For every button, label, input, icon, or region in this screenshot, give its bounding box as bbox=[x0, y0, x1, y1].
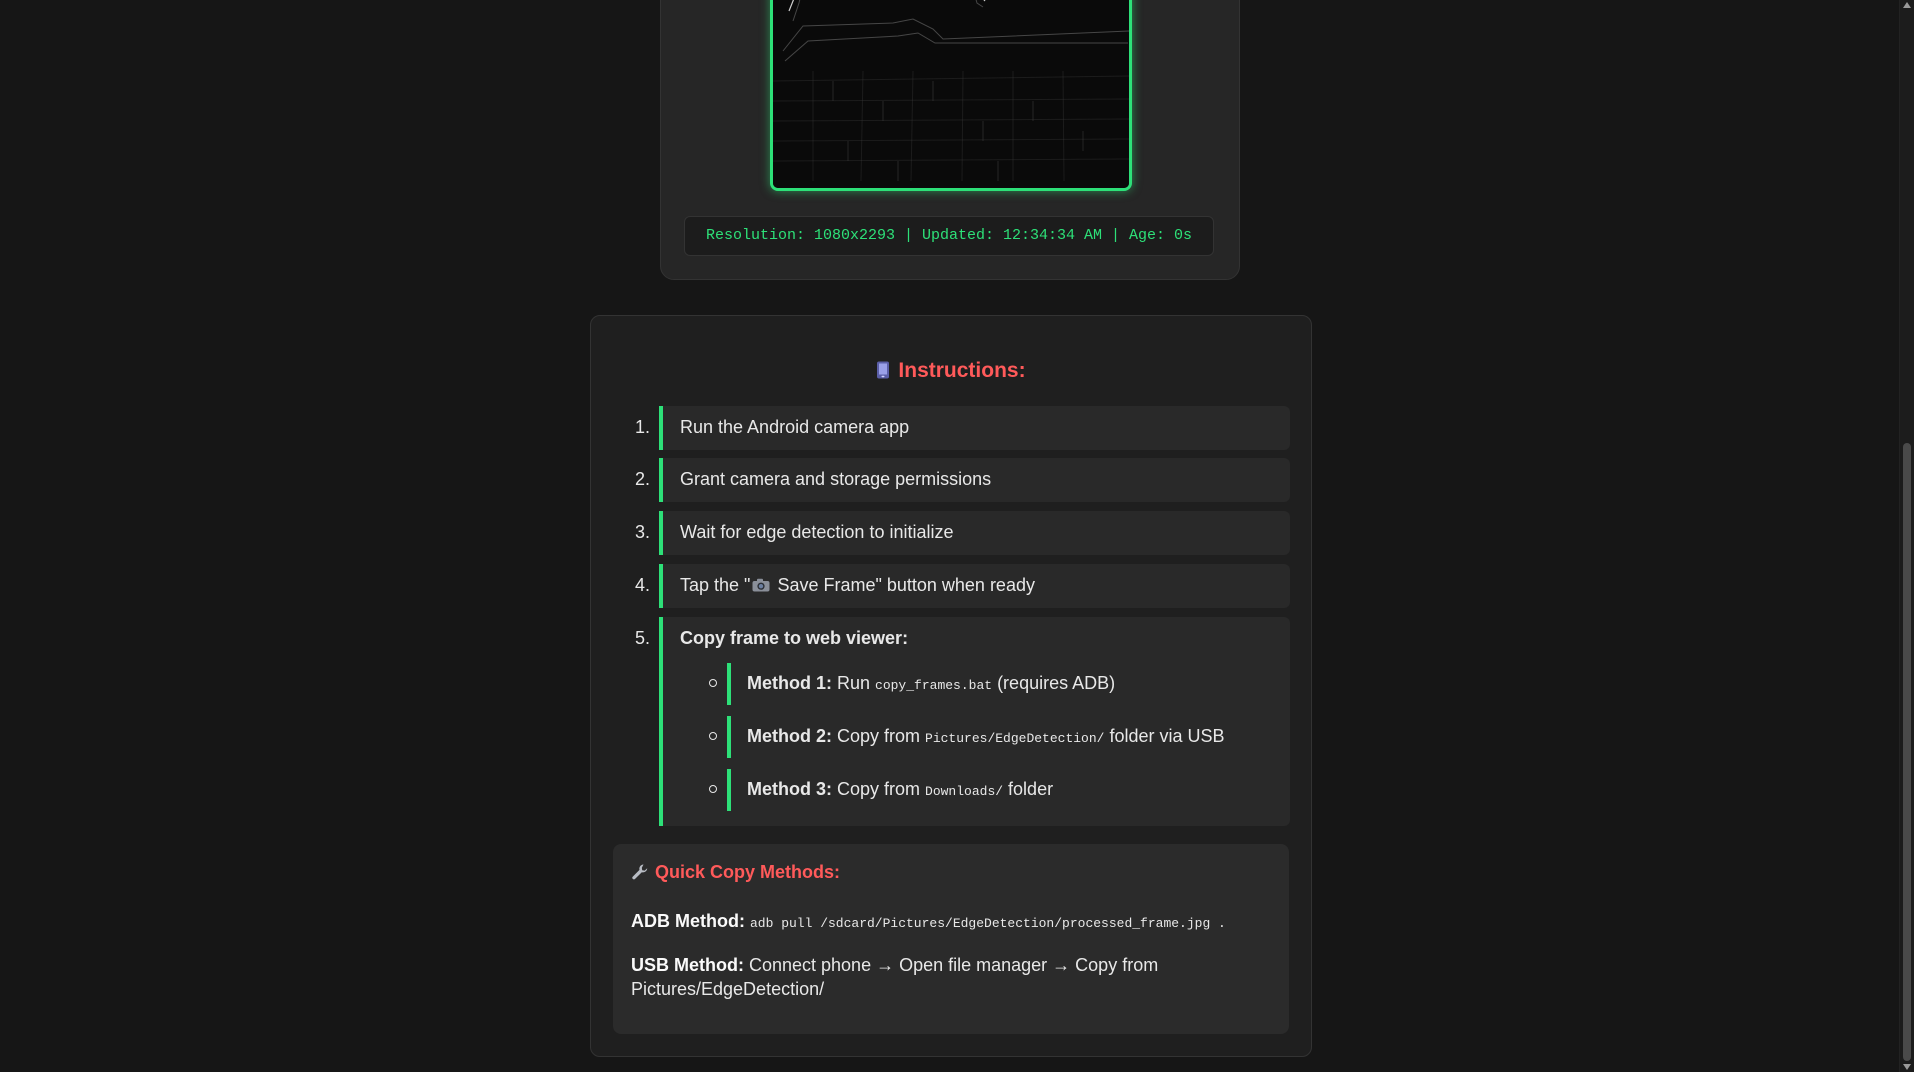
step-heading: Copy frame to web viewer: bbox=[680, 628, 909, 648]
quick-copy-heading: Quick Copy Methods: bbox=[631, 862, 840, 883]
step-text-after: Save Frame" button when ready bbox=[772, 575, 1035, 595]
method-code: Downloads/ bbox=[925, 784, 1004, 799]
method-code: Pictures/EdgeDetection/ bbox=[925, 731, 1105, 746]
adb-method-label: ADB Method: bbox=[631, 911, 750, 931]
copy-method-1: Method 1: Run copy_frames.bat (requires … bbox=[709, 663, 1277, 705]
step-text: Grant camera and storage permissions bbox=[680, 469, 992, 489]
frame-status-bar: Resolution: 1080x2293 | Updated: 12:34:3… bbox=[684, 216, 1214, 256]
method-label: Method 1: bbox=[747, 673, 832, 693]
quick-copy-title: Quick Copy Methods: bbox=[655, 862, 841, 882]
instructions-title: Instructions: bbox=[898, 359, 1026, 382]
step-text-before: Tap the " bbox=[680, 575, 751, 595]
method-text-before: Run bbox=[832, 673, 876, 693]
mobile-phone-icon bbox=[877, 361, 890, 379]
bullet bbox=[709, 732, 717, 740]
edge-detection-frame-image bbox=[770, 0, 1132, 191]
step-text: Run the Android camera app bbox=[680, 417, 910, 437]
method-text-after: folder bbox=[1003, 779, 1054, 799]
page: Resolution: 1080x2293 | Updated: 12:34:3… bbox=[0, 0, 1914, 1072]
instruction-step-1: 1. Run the Android camera app bbox=[635, 406, 1290, 450]
frame-viewer-card: Resolution: 1080x2293 | Updated: 12:34:3… bbox=[660, 0, 1240, 280]
bullet bbox=[709, 785, 717, 793]
method-text-before: Copy from bbox=[832, 726, 926, 746]
quick-copy-box: Quick Copy Methods: ADB Method: adb pull… bbox=[613, 844, 1289, 1034]
step-number: 4. bbox=[635, 575, 651, 595]
scrollbar-thumb[interactable] bbox=[1903, 443, 1911, 1061]
method-text-after: folder via USB bbox=[1104, 726, 1225, 746]
method-text: Method 1: Run copy_frames.bat (requires … bbox=[747, 673, 1115, 694]
method-label: Method 2: bbox=[747, 726, 832, 746]
instructions-heading: Instructions: bbox=[591, 359, 1311, 383]
instructions-card: Instructions: 1. Run the Android camera … bbox=[590, 315, 1312, 1057]
copy-method-2: Method 2: Copy from Pictures/EdgeDetecti… bbox=[709, 716, 1277, 758]
instruction-step-5: 5. Copy frame to web viewer: Method 1: R… bbox=[635, 617, 1290, 826]
instruction-step-4: 4. Tap the " Save Frame" button when rea… bbox=[635, 564, 1290, 608]
step-number: 5. bbox=[635, 628, 651, 648]
instruction-step-2: 2. Grant camera and storage permissions bbox=[635, 458, 1290, 502]
step-number: 3. bbox=[635, 522, 651, 542]
wrench-icon bbox=[632, 864, 648, 880]
bullet bbox=[709, 679, 717, 687]
method-text-after: (requires ADB) bbox=[992, 673, 1116, 693]
instruction-step-3: 3. Wait for edge detection to initialize bbox=[635, 511, 1290, 555]
adb-command[interactable]: adb pull /sdcard/Pictures/EdgeDetection/… bbox=[750, 916, 1226, 931]
method-text: Method 2: Copy from Pictures/EdgeDetecti… bbox=[747, 726, 1225, 747]
scroll-down-arrow-icon[interactable] bbox=[1903, 1064, 1911, 1070]
camera-icon bbox=[752, 578, 770, 592]
step-number: 2. bbox=[635, 469, 651, 489]
usb-method-label: USB Method: bbox=[631, 955, 749, 975]
method-code: copy_frames.bat bbox=[875, 678, 993, 693]
method-label: Method 3: bbox=[747, 779, 832, 799]
scroll-up-arrow-icon[interactable] bbox=[1903, 2, 1911, 8]
step-number: 1. bbox=[635, 417, 651, 437]
step-text: Wait for edge detection to initialize bbox=[680, 522, 954, 542]
page-scrollbar[interactable] bbox=[1899, 0, 1914, 1072]
step-text: Tap the " Save Frame" button when ready bbox=[680, 575, 1035, 596]
copy-method-3: Method 3: Copy from Downloads/ folder bbox=[709, 769, 1277, 811]
adb-method-line: ADB Method: adb pull /sdcard/Pictures/Ed… bbox=[631, 911, 1226, 932]
usb-method-line: USB Method: Connect phone → Open file ma… bbox=[631, 953, 1191, 1001]
method-text-before: Copy from bbox=[832, 779, 926, 799]
method-text: Method 3: Copy from Downloads/ folder bbox=[747, 779, 1053, 800]
